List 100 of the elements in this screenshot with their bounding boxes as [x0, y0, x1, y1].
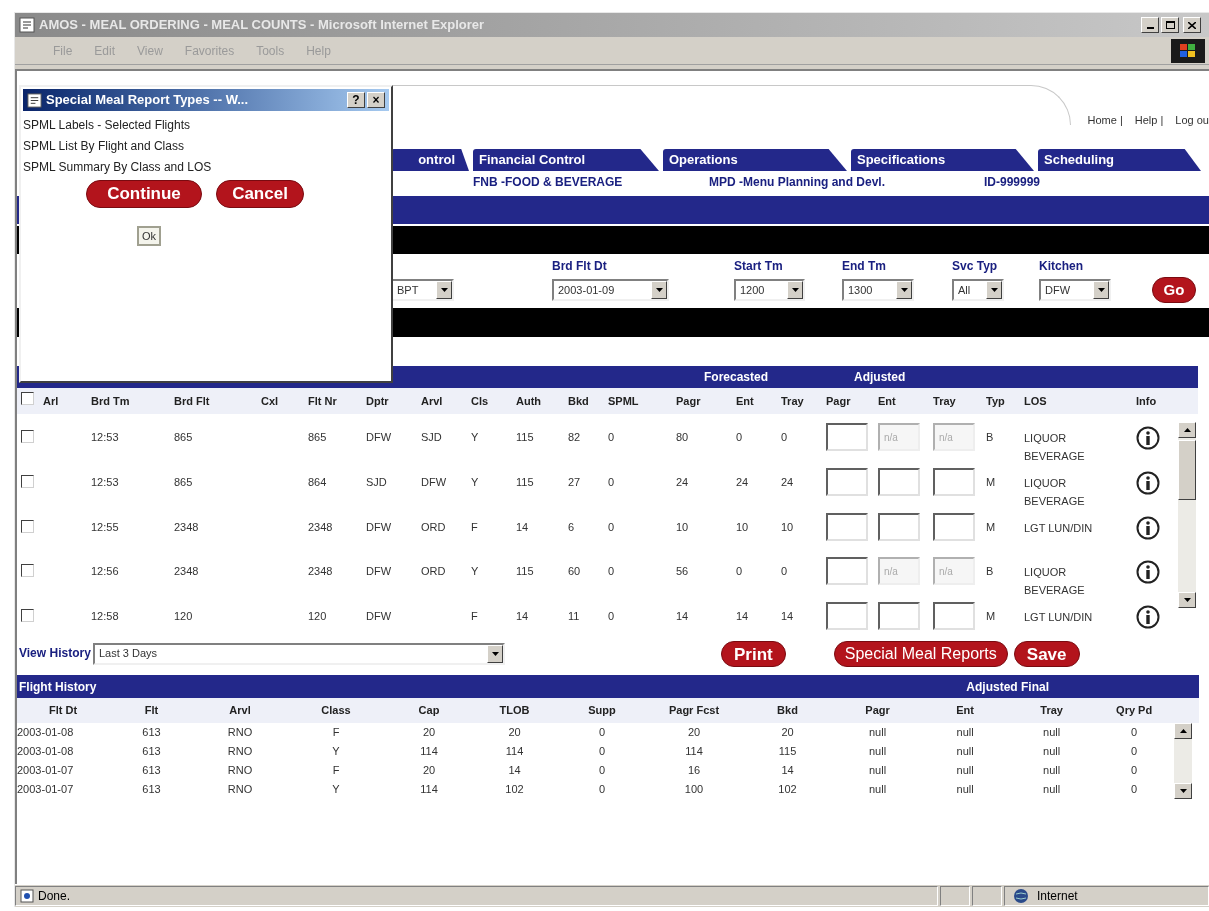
table-cell: null — [869, 783, 887, 796]
table-cell: 60 — [568, 565, 581, 577]
table-cell: 865 — [308, 431, 327, 443]
column-header: SPML — [608, 388, 676, 414]
header-link[interactable]: Help | — [1134, 111, 1164, 128]
down-arrow-icon — [1179, 789, 1187, 793]
table-cell: 12:53 — [91, 476, 119, 488]
ok-button[interactable]: Ok — [137, 226, 162, 246]
table-cell: 14 — [781, 764, 794, 777]
checkbox[interactable] — [21, 430, 34, 443]
checkbox[interactable] — [21, 520, 34, 533]
report-type-link[interactable]: SPML Summary By Class and LOS — [23, 157, 391, 178]
input-field[interactable] — [826, 602, 868, 630]
table-cell: LGT LUN/DIN — [1024, 522, 1093, 534]
column-header: Arvl — [421, 388, 471, 414]
table-cell: null — [869, 745, 887, 758]
info-icon[interactable] — [1136, 605, 1160, 629]
tab[interactable]: Financial Control — [473, 149, 659, 171]
maximize-button[interactable] — [1161, 17, 1179, 33]
column-header: Pagr Fcst — [647, 698, 741, 723]
table-cell: 120 — [174, 610, 193, 622]
scroll-down-button[interactable] — [1174, 783, 1193, 799]
input-field[interactable] — [826, 513, 868, 541]
scroll-down-button[interactable] — [1178, 592, 1196, 608]
dropdown[interactable]: All — [952, 279, 1004, 301]
title-bar-button[interactable]: × — [367, 92, 385, 108]
report-type-link[interactable]: SPML Labels - Selected Flights — [23, 115, 391, 136]
title-bar-button[interactable]: ? — [347, 92, 365, 108]
input-field[interactable] — [826, 468, 868, 496]
table-cell: null — [1043, 764, 1061, 777]
dropdown[interactable]: BPT — [391, 279, 454, 301]
table-cell: 0 — [598, 726, 606, 739]
info-icon[interactable] — [1136, 471, 1160, 495]
filter-label: Kitchen — [1039, 258, 1084, 273]
dialog-button[interactable]: Continue — [86, 180, 202, 208]
table-cell: F — [332, 764, 340, 777]
tab[interactable]: Operations — [663, 149, 847, 171]
report-button[interactable]: Special Meal Reports — [833, 640, 1008, 667]
info-icon[interactable] — [1136, 516, 1160, 540]
tab[interactable]: Specifications — [851, 149, 1034, 171]
header-link[interactable]: Home | — [1087, 111, 1123, 128]
checkbox[interactable] — [21, 609, 34, 622]
table-cell: 613 — [142, 783, 161, 796]
table-cell: 24 — [676, 476, 689, 488]
scrollbar[interactable] — [1178, 422, 1196, 608]
close-button[interactable] — [1183, 17, 1201, 33]
scroll-up-button[interactable] — [1178, 422, 1196, 438]
column-header: Flt Nr — [308, 388, 366, 414]
go-button[interactable]: Go — [1152, 277, 1196, 303]
dropdown[interactable]: 2003-01-09 — [552, 279, 669, 301]
minimize-button[interactable] — [1141, 17, 1159, 33]
column-header: TLOB — [472, 698, 557, 723]
table-cell: 114 — [420, 745, 438, 758]
globe-icon — [1013, 888, 1029, 904]
checkbox[interactable] — [21, 564, 34, 577]
scroll-up-button[interactable] — [1174, 723, 1193, 739]
dropdown[interactable]: 1200 — [734, 279, 805, 301]
dropdown[interactable]: DFW — [1039, 279, 1111, 301]
column-header: Pagr — [834, 698, 922, 723]
input-field[interactable] — [933, 468, 975, 496]
input-field[interactable] — [933, 602, 975, 630]
input-field[interactable] — [878, 468, 920, 496]
table-cell: RNO — [227, 745, 253, 758]
table-cell: 14 — [508, 764, 521, 777]
tab[interactable]: Scheduling — [1038, 149, 1201, 171]
dropdown-arrow-icon — [440, 288, 448, 292]
table-cell: F — [471, 610, 478, 622]
dropdown-arrow-icon — [791, 288, 799, 292]
table-cell: null — [1043, 726, 1061, 739]
scrollbar-thumb[interactable] — [1178, 440, 1196, 500]
dropdown-arrow-icon — [1097, 288, 1105, 292]
header-link[interactable]: Log ou — [1175, 111, 1209, 128]
dropdown[interactable]: Last 3 Days — [93, 642, 505, 665]
dialog-button[interactable]: Cancel — [216, 180, 304, 208]
table-cell: 82 — [568, 431, 581, 443]
table-cell: 0 — [781, 565, 788, 577]
column-header: Pagr — [826, 388, 878, 414]
info-icon[interactable] — [1136, 560, 1160, 584]
report-button[interactable]: Print — [721, 640, 786, 667]
table-cell: 27 — [568, 476, 581, 488]
filter-label: Brd Flt Dt — [552, 258, 608, 273]
checkbox[interactable] — [21, 475, 34, 488]
report-button[interactable]: Save — [1013, 640, 1080, 667]
group-header: Adjusted — [853, 370, 906, 384]
input-field[interactable] — [878, 602, 920, 630]
report-type-link[interactable]: SPML List By Flight and Class — [23, 136, 391, 157]
input-field[interactable] — [933, 513, 975, 541]
status-pane — [940, 886, 970, 906]
checkbox[interactable] — [21, 392, 34, 406]
input-field[interactable] — [826, 557, 868, 585]
table-cell: 865 — [174, 431, 193, 443]
input-field[interactable] — [878, 513, 920, 541]
table-cell: 0 — [608, 610, 615, 622]
group-header: Forecasted — [703, 370, 769, 384]
dropdown[interactable]: 1300 — [842, 279, 914, 301]
tab[interactable]: ontrol — [391, 149, 469, 171]
info-icon[interactable] — [1136, 426, 1160, 450]
maximize-icon — [1165, 21, 1175, 29]
input-field[interactable] — [826, 423, 868, 451]
scrollbar[interactable] — [1174, 723, 1193, 799]
